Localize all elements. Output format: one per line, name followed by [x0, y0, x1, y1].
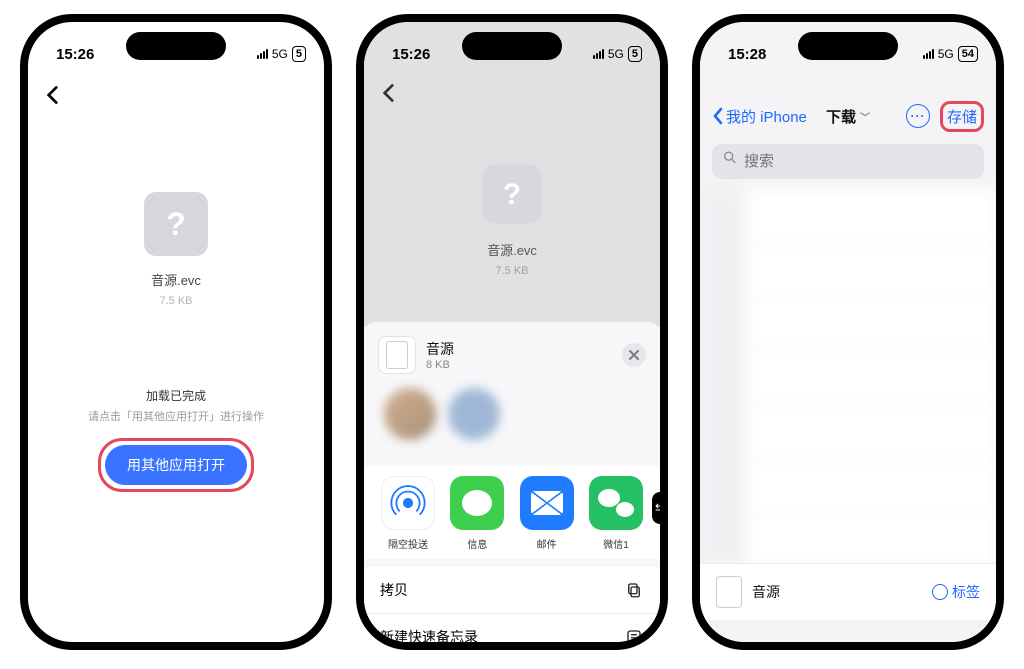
- back-label: 我的 iPhone: [726, 106, 807, 127]
- cellular-signal-icon: [923, 49, 934, 59]
- more-menu-button[interactable]: ···: [906, 104, 930, 128]
- file-list-blurred[interactable]: [700, 189, 996, 589]
- phone-1-file-preview: 15:26 5G 5 ? 音源.evc 7.5 KB 加载已完成 请点击「用其他…: [20, 14, 332, 650]
- share-app-mail[interactable]: 邮件: [517, 476, 577, 551]
- iphone-notch: [126, 32, 226, 60]
- airdrop-contacts-row[interactable]: [374, 388, 650, 458]
- unknown-file-icon: ?: [483, 165, 542, 224]
- quick-note-icon: [624, 627, 644, 647]
- chevron-down-icon: ﹀: [860, 109, 870, 124]
- share-app-wechat[interactable]: 微信1: [586, 476, 646, 551]
- battery-icon: 54: [958, 46, 978, 62]
- airdrop-icon: [381, 476, 435, 530]
- tag-circle-icon: [932, 584, 948, 600]
- battery-icon: 5: [628, 46, 642, 62]
- search-icon: [722, 149, 738, 170]
- share-app-airdrop[interactable]: 隔空投送: [378, 476, 438, 551]
- phone-2-share-sheet: 15:26 5G 5 ? 音源.evc 7.5 KB: [356, 14, 668, 650]
- action-copy[interactable]: 拷贝: [364, 567, 660, 614]
- status-time: 15:26: [392, 46, 452, 63]
- copy-icon: [624, 580, 644, 600]
- file-name-label: 音源.evc: [487, 240, 537, 259]
- save-file-name: 音源: [752, 582, 780, 602]
- cellular-signal-icon: [593, 49, 604, 59]
- share-app-label: 微信1: [603, 536, 629, 551]
- file-name-label: 音源.evc: [151, 270, 201, 289]
- network-type: 5G: [938, 47, 954, 61]
- share-apps-row: 隔空投送 信息 邮件 微信1: [364, 466, 660, 559]
- save-target-bar: 音源 标签: [700, 563, 996, 620]
- network-type: 5G: [608, 47, 624, 61]
- network-type: 5G: [272, 47, 288, 61]
- file-size-label: 7.5 KB: [159, 295, 192, 307]
- sheet-file-thumb-icon: [378, 336, 416, 374]
- open-with-other-app-button[interactable]: 用其他应用打开: [105, 445, 247, 485]
- files-nav-bar: 我的 iPhone 下载 ﹀ ··· 存储: [700, 96, 996, 136]
- folder-title-button[interactable]: 下载 ﹀: [826, 106, 870, 127]
- action-label: 拷贝: [380, 580, 408, 600]
- sheet-file-title: 音源: [426, 339, 454, 359]
- search-input[interactable]: [712, 144, 984, 179]
- load-hint-label: 请点击「用其他应用打开」进行操作: [88, 408, 264, 424]
- iphone-notch: [798, 32, 898, 60]
- share-app-messages[interactable]: 信息: [447, 476, 507, 551]
- share-app-label: 邮件: [537, 536, 557, 551]
- status-time: 15:28: [728, 46, 788, 63]
- iphone-notch: [462, 32, 562, 60]
- back-button[interactable]: [376, 80, 402, 106]
- close-button[interactable]: [622, 343, 646, 367]
- share-app-label: 隔空投送: [388, 536, 428, 551]
- action-label: 新建快速备忘录: [380, 627, 478, 647]
- annotation-highlight: 用其他应用打开: [98, 438, 254, 492]
- share-sheet: 音源 8 KB: [364, 322, 660, 642]
- share-app-label: 信息: [467, 536, 487, 551]
- phone-3-files-app: 15:28 5G 54 我的 iPhone 下载 ﹀ ···: [692, 14, 1004, 650]
- cellular-signal-icon: [257, 49, 268, 59]
- wechat-icon: [589, 476, 643, 530]
- add-tag-button[interactable]: 标签: [932, 582, 980, 602]
- back-to-my-iphone-button[interactable]: 我的 iPhone: [712, 106, 807, 127]
- document-icon: [716, 576, 742, 608]
- annotation-highlight: 存储: [940, 101, 984, 132]
- sheet-file-size: 8 KB: [426, 359, 454, 371]
- action-new-quick-note[interactable]: 新建快速备忘录: [364, 614, 660, 650]
- unknown-file-icon: ?: [144, 192, 208, 256]
- battery-icon: 5: [292, 46, 306, 62]
- folder-title-label: 下载: [826, 106, 856, 127]
- status-time: 15:26: [56, 46, 116, 63]
- file-size-label: 7.5 KB: [495, 265, 528, 277]
- messages-icon: [450, 476, 504, 530]
- mail-icon: [520, 476, 574, 530]
- tag-label: 标签: [952, 582, 980, 602]
- side-handle-icon[interactable]: ⇆: [652, 492, 668, 524]
- back-button[interactable]: [40, 82, 66, 108]
- load-complete-label: 加载已完成: [146, 387, 206, 404]
- save-button[interactable]: 存储: [947, 106, 977, 127]
